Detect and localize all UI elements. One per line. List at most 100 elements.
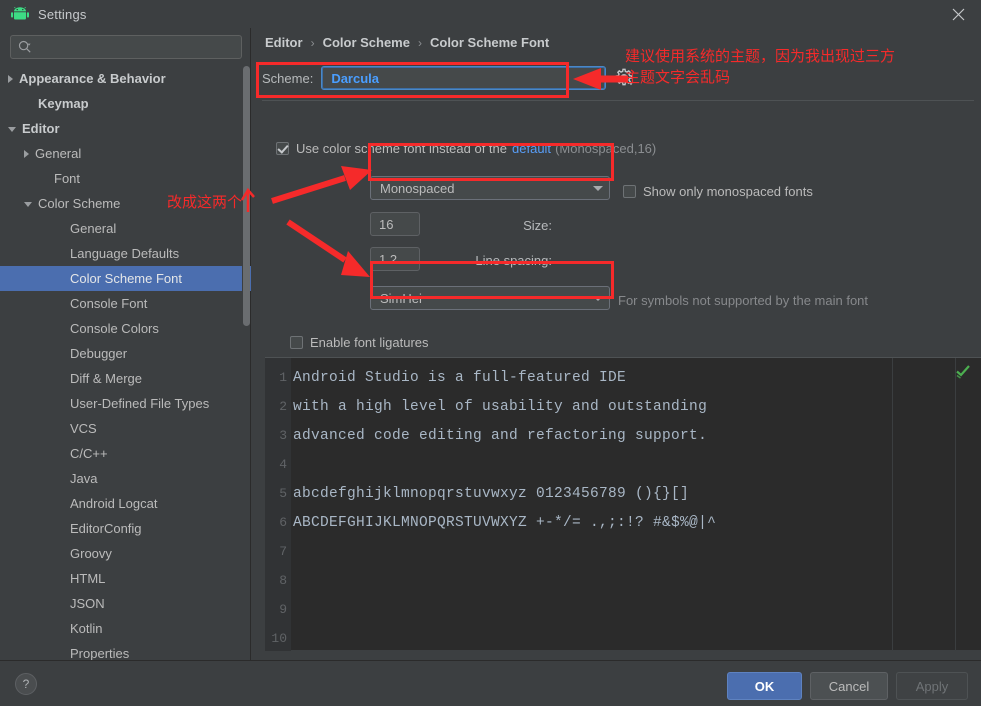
- fallback-font-hint: For symbols not supported by the main fo…: [618, 293, 869, 308]
- sidebar-item-console-font[interactable]: Console Font: [0, 291, 251, 316]
- sidebar-item-language-defaults[interactable]: Language Defaults: [0, 241, 251, 266]
- sidebar-item-debugger[interactable]: Debugger: [0, 341, 251, 366]
- sidebar-item-label: Keymap: [38, 96, 89, 111]
- scheme-dropdown[interactable]: Darcula: [321, 66, 607, 90]
- right-margin-guide-2: [955, 358, 956, 651]
- chevron-down-icon: [583, 75, 605, 81]
- sidebar-item-label: Java: [70, 471, 98, 486]
- sidebar-item-general[interactable]: General: [0, 141, 251, 166]
- settings-tree[interactable]: Appearance & Behavior Keymap Editor General…: [0, 66, 251, 660]
- sidebar-item-kotlin[interactable]: Kotlin: [0, 616, 251, 641]
- sidebar-item-label: JSON: [70, 596, 105, 611]
- cancel-button[interactable]: Cancel: [810, 672, 888, 700]
- scheme-label: Scheme:: [262, 70, 314, 86]
- sidebar-item-java[interactable]: Java: [0, 466, 251, 491]
- default-font-desc: (Monospaced,16): [555, 141, 657, 156]
- chevron-down-icon: [587, 185, 609, 191]
- close-icon[interactable]: [935, 0, 981, 28]
- search-icon: [18, 40, 32, 54]
- line-number: 7: [279, 544, 287, 559]
- sidebar-item-label: Editor: [22, 121, 60, 136]
- line-spacing-input[interactable]: 1.2: [370, 247, 420, 271]
- breadcrumb-part-2[interactable]: Color Scheme: [323, 35, 410, 50]
- settings-sidebar: Appearance & Behavior Keymap Editor General…: [0, 28, 251, 660]
- sidebar-item-label: General: [70, 221, 117, 236]
- sidebar-item-console-colors[interactable]: Console Colors: [0, 316, 251, 341]
- sidebar-item-label: Appearance & Behavior: [19, 71, 166, 86]
- ok-button[interactable]: OK: [727, 672, 802, 700]
- sidebar-item-label: EditorConfig: [70, 521, 142, 536]
- sidebar-item-label: Color Scheme Font: [70, 271, 182, 286]
- line-number: 5: [279, 486, 287, 501]
- font-dropdown[interactable]: Monospaced: [370, 176, 610, 200]
- annotation-text-font: 改成这两个: [167, 193, 243, 211]
- breadcrumb-part-1[interactable]: Editor: [265, 35, 303, 50]
- chevron-right-icon[interactable]: [8, 74, 13, 83]
- fallback-font-dropdown[interactable]: SimHei: [370, 286, 610, 310]
- sidebar-item-label: C/C++: [70, 446, 108, 461]
- sidebar-item-c-c[interactable]: C/C++: [0, 441, 251, 466]
- sidebar-item-user-defined-file-types[interactable]: User-Defined File Types: [0, 391, 251, 416]
- scheme-dropdown-value: Darcula: [331, 70, 380, 86]
- sidebar-item-label: Debugger: [70, 346, 128, 361]
- apply-button[interactable]: Apply: [896, 672, 968, 700]
- sidebar-item-label: Console Font: [70, 296, 148, 311]
- enable-font-ligatures-checkbox[interactable]: [290, 336, 303, 349]
- search-box[interactable]: [10, 35, 242, 59]
- sidebar-item-general[interactable]: General: [0, 216, 251, 241]
- sidebar-item-json[interactable]: JSON: [0, 591, 251, 616]
- enable-font-ligatures-label: Enable font ligatures: [310, 335, 429, 350]
- search-input[interactable]: [32, 40, 241, 54]
- use-scheme-font-checkbox[interactable]: [276, 142, 289, 155]
- sidebar-item-groovy[interactable]: Groovy: [0, 541, 251, 566]
- show-only-monospaced-checkbox[interactable]: [623, 185, 636, 198]
- line-number: 6: [279, 515, 287, 530]
- sidebar-item-label: HTML: [70, 571, 106, 586]
- sidebar-item-vcs[interactable]: VCS: [0, 416, 251, 441]
- breadcrumb: Editor › Color Scheme › Color Scheme Fon…: [265, 35, 549, 50]
- sidebar-item-android-logcat[interactable]: Android Logcat: [0, 491, 251, 516]
- line-number: 3: [279, 428, 287, 443]
- font-preview-editor[interactable]: 1 2 3 4 5 6 7 8 9 10 Android Studio is a full-fea…: [265, 357, 981, 651]
- sidebar-item-properties[interactable]: Properties: [0, 641, 251, 660]
- chevron-down-icon[interactable]: [8, 127, 16, 132]
- sidebar-item-keymap[interactable]: Keymap: [0, 91, 251, 116]
- fallback-font-dropdown-value: SimHei: [380, 290, 422, 306]
- sidebar-item-label: Font: [54, 171, 81, 186]
- breadcrumb-separator: ›: [417, 35, 422, 50]
- breadcrumb-part-3: Color Scheme Font: [429, 35, 550, 50]
- preview-code-line: abcdefghijklmnopqrstuvwxyz 0123456789 ()…: [293, 486, 690, 502]
- sidebar-item-label: Language Defaults: [70, 246, 180, 261]
- sidebar-item-appearance-behavior[interactable]: Appearance & Behavior: [0, 66, 251, 91]
- settings-dialog: Settings Appearance & Behavior Keymap Edit…: [0, 0, 981, 706]
- show-only-monospaced-label: Show only monospaced fonts: [643, 184, 813, 199]
- sidebar-item-font[interactable]: Font: [0, 166, 251, 191]
- sidebar-item-label: Console Colors: [70, 321, 159, 336]
- sidebar-item-editorconfig[interactable]: EditorConfig: [0, 516, 251, 541]
- sidebar-item-label: Properties: [70, 646, 130, 660]
- sidebar-scrollbar-thumb[interactable]: [243, 66, 250, 326]
- sidebar-item-color-scheme-font[interactable]: Color Scheme Font: [0, 266, 251, 291]
- inspection-ok-icon[interactable]: [955, 363, 971, 379]
- sidebar-item-html[interactable]: HTML: [0, 566, 251, 591]
- chevron-down-icon[interactable]: [24, 202, 32, 207]
- help-button[interactable]: ?: [15, 673, 37, 695]
- sidebar-item-diff-merge[interactable]: Diff & Merge: [0, 366, 251, 391]
- line-number: 10: [271, 631, 287, 646]
- sidebar-item-label: VCS: [70, 421, 97, 436]
- chevron-down-icon: [587, 295, 609, 301]
- line-number: 2: [279, 399, 287, 414]
- size-input[interactable]: 16: [370, 212, 420, 236]
- scheme-row: Scheme: Darcula: [262, 66, 634, 90]
- use-scheme-font-label: Use color scheme font instead of the: [296, 141, 508, 156]
- default-font-link[interactable]: default: [512, 141, 551, 156]
- chevron-right-icon[interactable]: [24, 149, 29, 158]
- ligatures-row: Enable font ligatures: [290, 335, 429, 350]
- android-icon: [11, 6, 29, 21]
- line-number: 9: [279, 602, 287, 617]
- preview-code-line: with a high level of usability and outst…: [293, 399, 708, 415]
- sidebar-item-editor[interactable]: Editor: [0, 116, 251, 141]
- breadcrumb-separator: ›: [310, 35, 315, 50]
- window-title: Settings: [38, 6, 87, 22]
- sidebar-item-label: Groovy: [70, 546, 112, 561]
